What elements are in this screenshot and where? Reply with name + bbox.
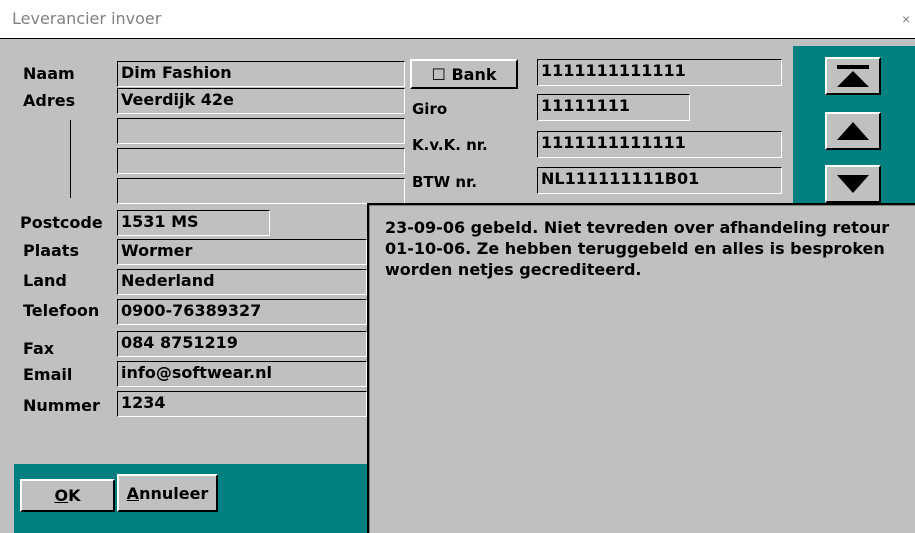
notes-line: 23-09-06 gebeld. Niet tevreden over afha… [385, 218, 890, 237]
postcode-label: Postcode [20, 213, 103, 232]
btw-field[interactable]: NL111111111B01 [537, 167, 782, 194]
notes-content: 23-09-06 gebeld. Niet tevreden over afha… [385, 217, 915, 280]
first-record-button[interactable] [825, 57, 881, 95]
city-label: Plaats [23, 241, 79, 260]
name-label: Naam [23, 64, 75, 83]
next-record-icon [837, 175, 869, 193]
kvk-label: K.v.K. nr. [412, 136, 488, 154]
bank-toggle-button[interactable]: ☐ Bank [410, 59, 518, 89]
btw-label: BTW nr. [412, 173, 478, 191]
city-field[interactable]: Wormer [117, 239, 367, 265]
ok-button[interactable]: OK [20, 479, 115, 512]
supplier-entry-window: Leverancier invoer × Naam Adres Postcode… [0, 0, 915, 533]
first-record-icon [837, 65, 869, 87]
phone-label: Telefoon [23, 301, 100, 320]
email-label: Email [23, 365, 73, 384]
number-label: Nummer [23, 396, 100, 415]
previous-record-icon [837, 122, 869, 140]
fax-field[interactable]: 084 8751219 [117, 331, 367, 357]
cancel-mnemonic: A [126, 483, 140, 503]
kvk-field[interactable]: 1111111111111 [537, 131, 782, 158]
previous-record-button[interactable] [825, 112, 881, 150]
address-line-3-field[interactable] [117, 148, 405, 174]
giro-label: Giro [412, 100, 448, 118]
cancel-label-rest: nnuleer [139, 483, 209, 503]
window-title: Leverancier invoer [12, 9, 162, 28]
title-bar: Leverancier invoer × [0, 0, 915, 39]
ok-mnemonic: O [54, 486, 69, 505]
notes-line: worden netjes gecrediteerd. [385, 260, 642, 279]
close-icon[interactable]: × [902, 11, 910, 27]
phone-field[interactable]: 0900-76389327 [117, 299, 367, 325]
cancel-button[interactable]: Annuleer [117, 474, 218, 512]
notes-line: 01-10-06. Ze hebben teruggebeld en alles… [385, 239, 885, 258]
address-divider [70, 120, 71, 198]
ok-label-rest: K [68, 486, 81, 505]
address-line-4-field[interactable] [117, 178, 405, 204]
giro-field[interactable]: 11111111 [537, 94, 690, 121]
bank-account-field[interactable]: 1111111111111 [537, 59, 782, 86]
notes-textarea[interactable]: 23-09-06 gebeld. Niet tevreden over afha… [367, 203, 915, 533]
country-field[interactable]: Nederland [117, 269, 367, 295]
country-label: Land [23, 271, 67, 290]
name-field[interactable]: Dim Fashion [117, 61, 405, 87]
fax-label: Fax [23, 339, 55, 358]
next-record-button[interactable] [825, 165, 881, 203]
address-label: Adres [23, 91, 76, 110]
postcode-field[interactable]: 1531 MS [117, 210, 270, 236]
number-field[interactable]: 1234 [117, 391, 367, 417]
address-line-1-field[interactable]: Veerdijk 42e [117, 88, 405, 114]
email-field[interactable]: info@softwear.nl [117, 361, 367, 387]
address-line-2-field[interactable] [117, 118, 405, 144]
